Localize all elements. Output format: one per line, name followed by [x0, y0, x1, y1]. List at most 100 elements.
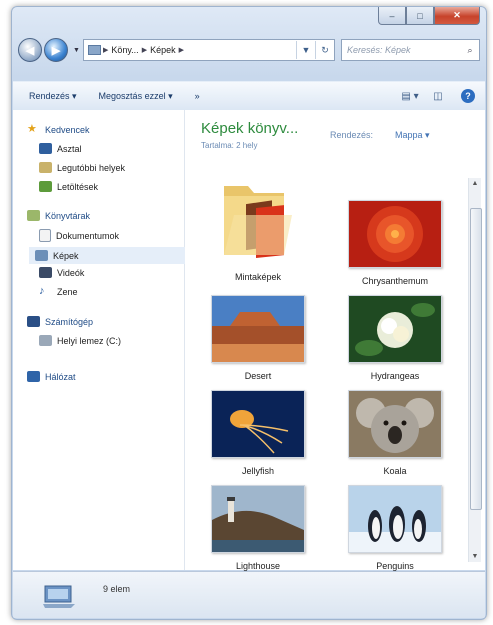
breadcrumb-pictures[interactable]: Képek	[150, 45, 176, 55]
view-options-icon[interactable]: ▤ ▾	[399, 87, 421, 105]
crumb-separator: ▶	[102, 47, 109, 54]
sidebar-label: Zene	[57, 286, 78, 297]
search-input[interactable]: Keresés: Képek ⌕	[341, 39, 480, 61]
file-item[interactable]: Chrysanthemum	[340, 200, 450, 286]
hard-disk-icon	[39, 335, 52, 346]
file-label: Jellyfish	[241, 466, 274, 476]
sidebar-label: Könyvtárak	[45, 210, 91, 221]
recent-places-icon	[39, 162, 52, 173]
sidebar-item-documents[interactable]: Dokumentumok	[39, 229, 119, 242]
sidebar-label: Kedvencek	[45, 124, 90, 135]
more-commands-button[interactable]: »	[195, 91, 200, 101]
documents-icon	[39, 229, 51, 242]
jellyfish-thumbnail	[211, 390, 305, 458]
navigation-pane: ★ Kedvencek Asztal Legutóbbi helyek Letö…	[13, 110, 185, 570]
libraries-icon	[27, 210, 40, 221]
crumb-separator: ▶	[141, 47, 148, 54]
file-item[interactable]: Mintaképek	[203, 176, 313, 282]
sidebar-label: Legutóbbi helyek	[57, 162, 126, 173]
back-button[interactable]: ◀	[18, 38, 42, 62]
details-pane: 9 elem	[13, 571, 485, 618]
vertical-scrollbar[interactable]: ▲ ▼	[468, 178, 482, 562]
lighthouse-thumbnail	[211, 485, 305, 553]
breadcrumb-libraries[interactable]: Köny...	[111, 45, 138, 55]
sidebar-item-desktop[interactable]: Asztal	[39, 143, 82, 154]
scroll-down-arrow[interactable]: ▼	[469, 553, 481, 560]
computer-icon	[27, 316, 40, 327]
preview-pane-icon[interactable]: ◫	[427, 87, 449, 105]
item-count: 9 elem	[103, 584, 131, 594]
library-icon	[87, 45, 101, 55]
scroll-up-arrow[interactable]: ▲	[469, 180, 481, 187]
folder-icon	[224, 186, 292, 259]
pictures-icon	[35, 250, 48, 261]
command-bar: Rendezés ▾ Megosztás ezzel ▾ » ▤ ▾ ◫ ?	[13, 81, 485, 111]
file-list-pane: Képek könyv... Tartalma: 2 hely Rendezés…	[185, 110, 485, 571]
forward-button[interactable]: ▶	[44, 38, 68, 62]
file-item[interactable]: Lighthouse	[203, 485, 313, 571]
file-label: Koala	[383, 466, 407, 476]
arrange-by-label: Rendezés:	[330, 130, 374, 140]
penguins-thumbnail	[348, 485, 442, 553]
search-placeholder: Keresés: Képek	[347, 45, 411, 55]
file-label: Chrysanthemum	[361, 276, 429, 286]
desert-thumbnail	[211, 295, 305, 363]
sidebar-label: Dokumentumok	[56, 230, 120, 241]
sidebar-label: Videók	[57, 267, 85, 278]
sidebar-favorites[interactable]: ★ Kedvencek	[27, 124, 90, 135]
sidebar-label: Képek	[53, 250, 79, 261]
sidebar-network[interactable]: Hálózat	[27, 371, 76, 382]
title-bar: – □ ✕	[12, 7, 486, 31]
library-includes-link[interactable]: Tartalma: 2 hely	[201, 141, 257, 150]
pictures-library-icon	[43, 585, 75, 608]
forward-arrow-icon: ▶	[51, 44, 61, 57]
file-item[interactable]: Penguins	[340, 485, 450, 571]
scroll-thumb[interactable]	[470, 208, 482, 510]
address-row: ◀ ▶ ▼ ▶ Köny... ▶ Képek ▶ ▼ ↻ Keresés: K…	[18, 37, 480, 63]
address-dropdown[interactable]: ▼	[296, 41, 315, 59]
hydrangeas-thumbnail	[348, 295, 442, 363]
share-with-button[interactable]: Megosztás ezzel ▾	[99, 91, 173, 102]
arrange-by-dropdown[interactable]: Mappa ▾	[395, 130, 430, 141]
file-item[interactable]: Hydrangeas	[340, 295, 450, 381]
sidebar-label: Asztal	[57, 143, 82, 154]
maximize-button[interactable]: □	[406, 7, 434, 25]
music-icon: ♪	[39, 285, 45, 297]
sidebar-label: Letöltések	[57, 181, 99, 192]
sidebar-label: Hálózat	[45, 371, 76, 382]
desktop-icon	[39, 143, 52, 154]
koala-thumbnail	[348, 390, 442, 458]
sidebar-libraries[interactable]: Könyvtárak	[27, 210, 90, 221]
sidebar-computer[interactable]: Számítógép	[27, 316, 93, 327]
network-icon	[27, 371, 40, 382]
search-icon[interactable]: ⌕	[461, 45, 479, 56]
help-icon[interactable]: ?	[461, 89, 475, 103]
file-label: Mintaképek	[234, 272, 282, 282]
file-label: Desert	[244, 371, 272, 381]
sidebar-item-pictures[interactable]: Képek	[29, 247, 185, 264]
explorer-window: – □ ✕ ◀ ▶ ▼ ▶ Köny... ▶ Képek ▶ ▼ ↻ Kere…	[11, 6, 487, 620]
videos-icon	[39, 267, 52, 278]
sidebar-item-music[interactable]: ♪ Zene	[39, 286, 78, 297]
library-title: Képek könyv...	[201, 120, 299, 137]
minimize-button[interactable]: –	[378, 7, 406, 25]
back-arrow-icon: ◀	[25, 44, 35, 57]
file-item[interactable]: Desert	[203, 295, 313, 381]
sidebar-item-videos[interactable]: Videók	[39, 267, 84, 278]
window-controls: – □ ✕	[378, 7, 480, 25]
recent-pages-dropdown[interactable]: ▼	[73, 47, 80, 54]
file-label: Penguins	[376, 561, 414, 571]
sidebar-item-local-disk[interactable]: Helyi lemez (C:)	[39, 335, 121, 346]
sidebar-item-downloads[interactable]: Letöltések	[39, 181, 98, 192]
file-item[interactable]: Jellyfish	[203, 390, 313, 476]
refresh-icon[interactable]: ↻	[315, 41, 334, 59]
sidebar-item-recent-places[interactable]: Legutóbbi helyek	[39, 162, 125, 173]
chrysanthemum-thumbnail	[348, 200, 442, 268]
file-label: Lighthouse	[235, 561, 281, 571]
crumb-dropdown[interactable]: ▶	[179, 46, 184, 54]
file-item[interactable]: Koala	[340, 390, 450, 476]
organize-button[interactable]: Rendezés ▾	[29, 91, 77, 102]
file-label: Hydrangeas	[370, 371, 420, 381]
address-bar[interactable]: ▶ Köny... ▶ Képek ▶ ▼ ↻	[82, 39, 335, 61]
close-button[interactable]: ✕	[434, 7, 480, 25]
